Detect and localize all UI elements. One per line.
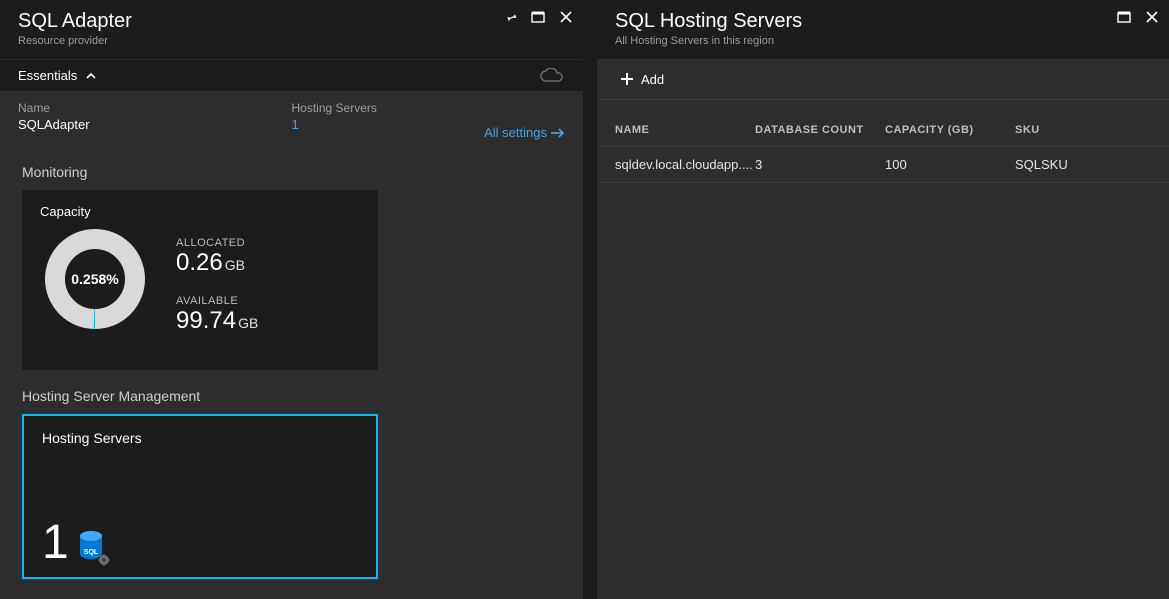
close-icon[interactable] — [1145, 10, 1159, 24]
hosting-count-value: 1 — [42, 519, 69, 567]
allocated-label: ALLOCATED — [176, 237, 258, 249]
capacity-metrics: ALLOCATED 0.26GB AVAILABLE 99.74GB — [176, 216, 258, 356]
blade-action-bar — [1117, 10, 1159, 24]
add-label: Add — [641, 72, 664, 87]
hosting-count: 1 SQL — [42, 519, 111, 567]
pin-icon[interactable] — [503, 10, 517, 24]
blade-header: SQL Adapter Resource provider — [0, 0, 583, 59]
cell-db: 3 — [755, 157, 885, 172]
maximize-icon[interactable] — [531, 10, 545, 24]
hosting-mgmt-section-label: Hosting Server Management — [22, 388, 583, 404]
sql-adapter-blade: SQL Adapter Resource provider Essentials… — [0, 0, 583, 599]
essentials-key: Hosting Servers — [292, 101, 566, 115]
essentials-label: Essentials — [18, 68, 77, 83]
close-icon[interactable] — [559, 10, 573, 24]
blade-subtitle: Resource provider — [18, 35, 565, 47]
servers-grid: NAME DATABASE COUNT CAPACITY (GB) SKU sq… — [597, 100, 1169, 183]
all-settings-link[interactable]: All settings — [484, 125, 565, 140]
col-header-cap[interactable]: CAPACITY (GB) — [885, 124, 1015, 136]
cloud-icon — [539, 68, 565, 84]
blade-title: SQL Hosting Servers — [615, 10, 1151, 33]
cell-name: sqldev.local.cloudapp.... — [615, 157, 755, 172]
capacity-tile[interactable]: Capacity 0.258% ALLOCATED 0.26GB AVAILAB… — [22, 190, 378, 370]
capacity-tile-title: Capacity — [40, 204, 91, 219]
essentials-toggle[interactable]: Essentials — [0, 59, 583, 91]
table-row[interactable]: sqldev.local.cloudapp.... 3 100 SQLSKU — [597, 147, 1169, 183]
plus-icon — [619, 71, 635, 87]
maximize-icon[interactable] — [1117, 10, 1131, 24]
sql-database-icon: SQL — [77, 529, 111, 567]
grid-header: NAME DATABASE COUNT CAPACITY (GB) SKU — [597, 114, 1169, 147]
blade-action-bar — [503, 10, 573, 24]
hosting-tile-title: Hosting Servers — [42, 430, 358, 446]
svg-text:SQL: SQL — [84, 549, 99, 556]
cell-cap: 100 — [885, 157, 1015, 172]
hosting-servers-tile[interactable]: Hosting Servers 1 SQL — [22, 414, 378, 579]
blade-header: SQL Hosting Servers All Hosting Servers … — [597, 0, 1169, 59]
essentials-value: SQLAdapter — [18, 117, 292, 132]
command-bar: Add — [597, 59, 1169, 100]
allocated-value: 0.26GB — [176, 249, 258, 277]
blade-subtitle: All Hosting Servers in this region — [615, 35, 1151, 47]
essentials-name-col: Name SQLAdapter — [18, 101, 292, 132]
col-header-name[interactable]: NAME — [615, 124, 755, 136]
blade-title: SQL Adapter — [18, 10, 565, 33]
cell-sku: SQLSKU — [1015, 157, 1151, 172]
add-button[interactable]: Add — [611, 67, 672, 91]
monitoring-section-label: Monitoring — [22, 164, 583, 180]
available-label: AVAILABLE — [176, 295, 258, 307]
capacity-percent-label: 0.258% — [40, 224, 150, 334]
essentials-key: Name — [18, 101, 292, 115]
essentials-content: Name SQLAdapter Hosting Servers 1 All se… — [0, 91, 583, 146]
arrow-right-icon — [551, 128, 565, 138]
chevron-up-icon — [85, 70, 97, 82]
col-header-db[interactable]: DATABASE COUNT — [755, 124, 885, 136]
available-value: 99.74GB — [176, 307, 258, 335]
all-settings-label: All settings — [484, 125, 547, 140]
col-header-sku[interactable]: SKU — [1015, 124, 1151, 136]
capacity-donut-chart: 0.258% — [40, 224, 150, 334]
sql-hosting-servers-blade: SQL Hosting Servers All Hosting Servers … — [597, 0, 1169, 599]
